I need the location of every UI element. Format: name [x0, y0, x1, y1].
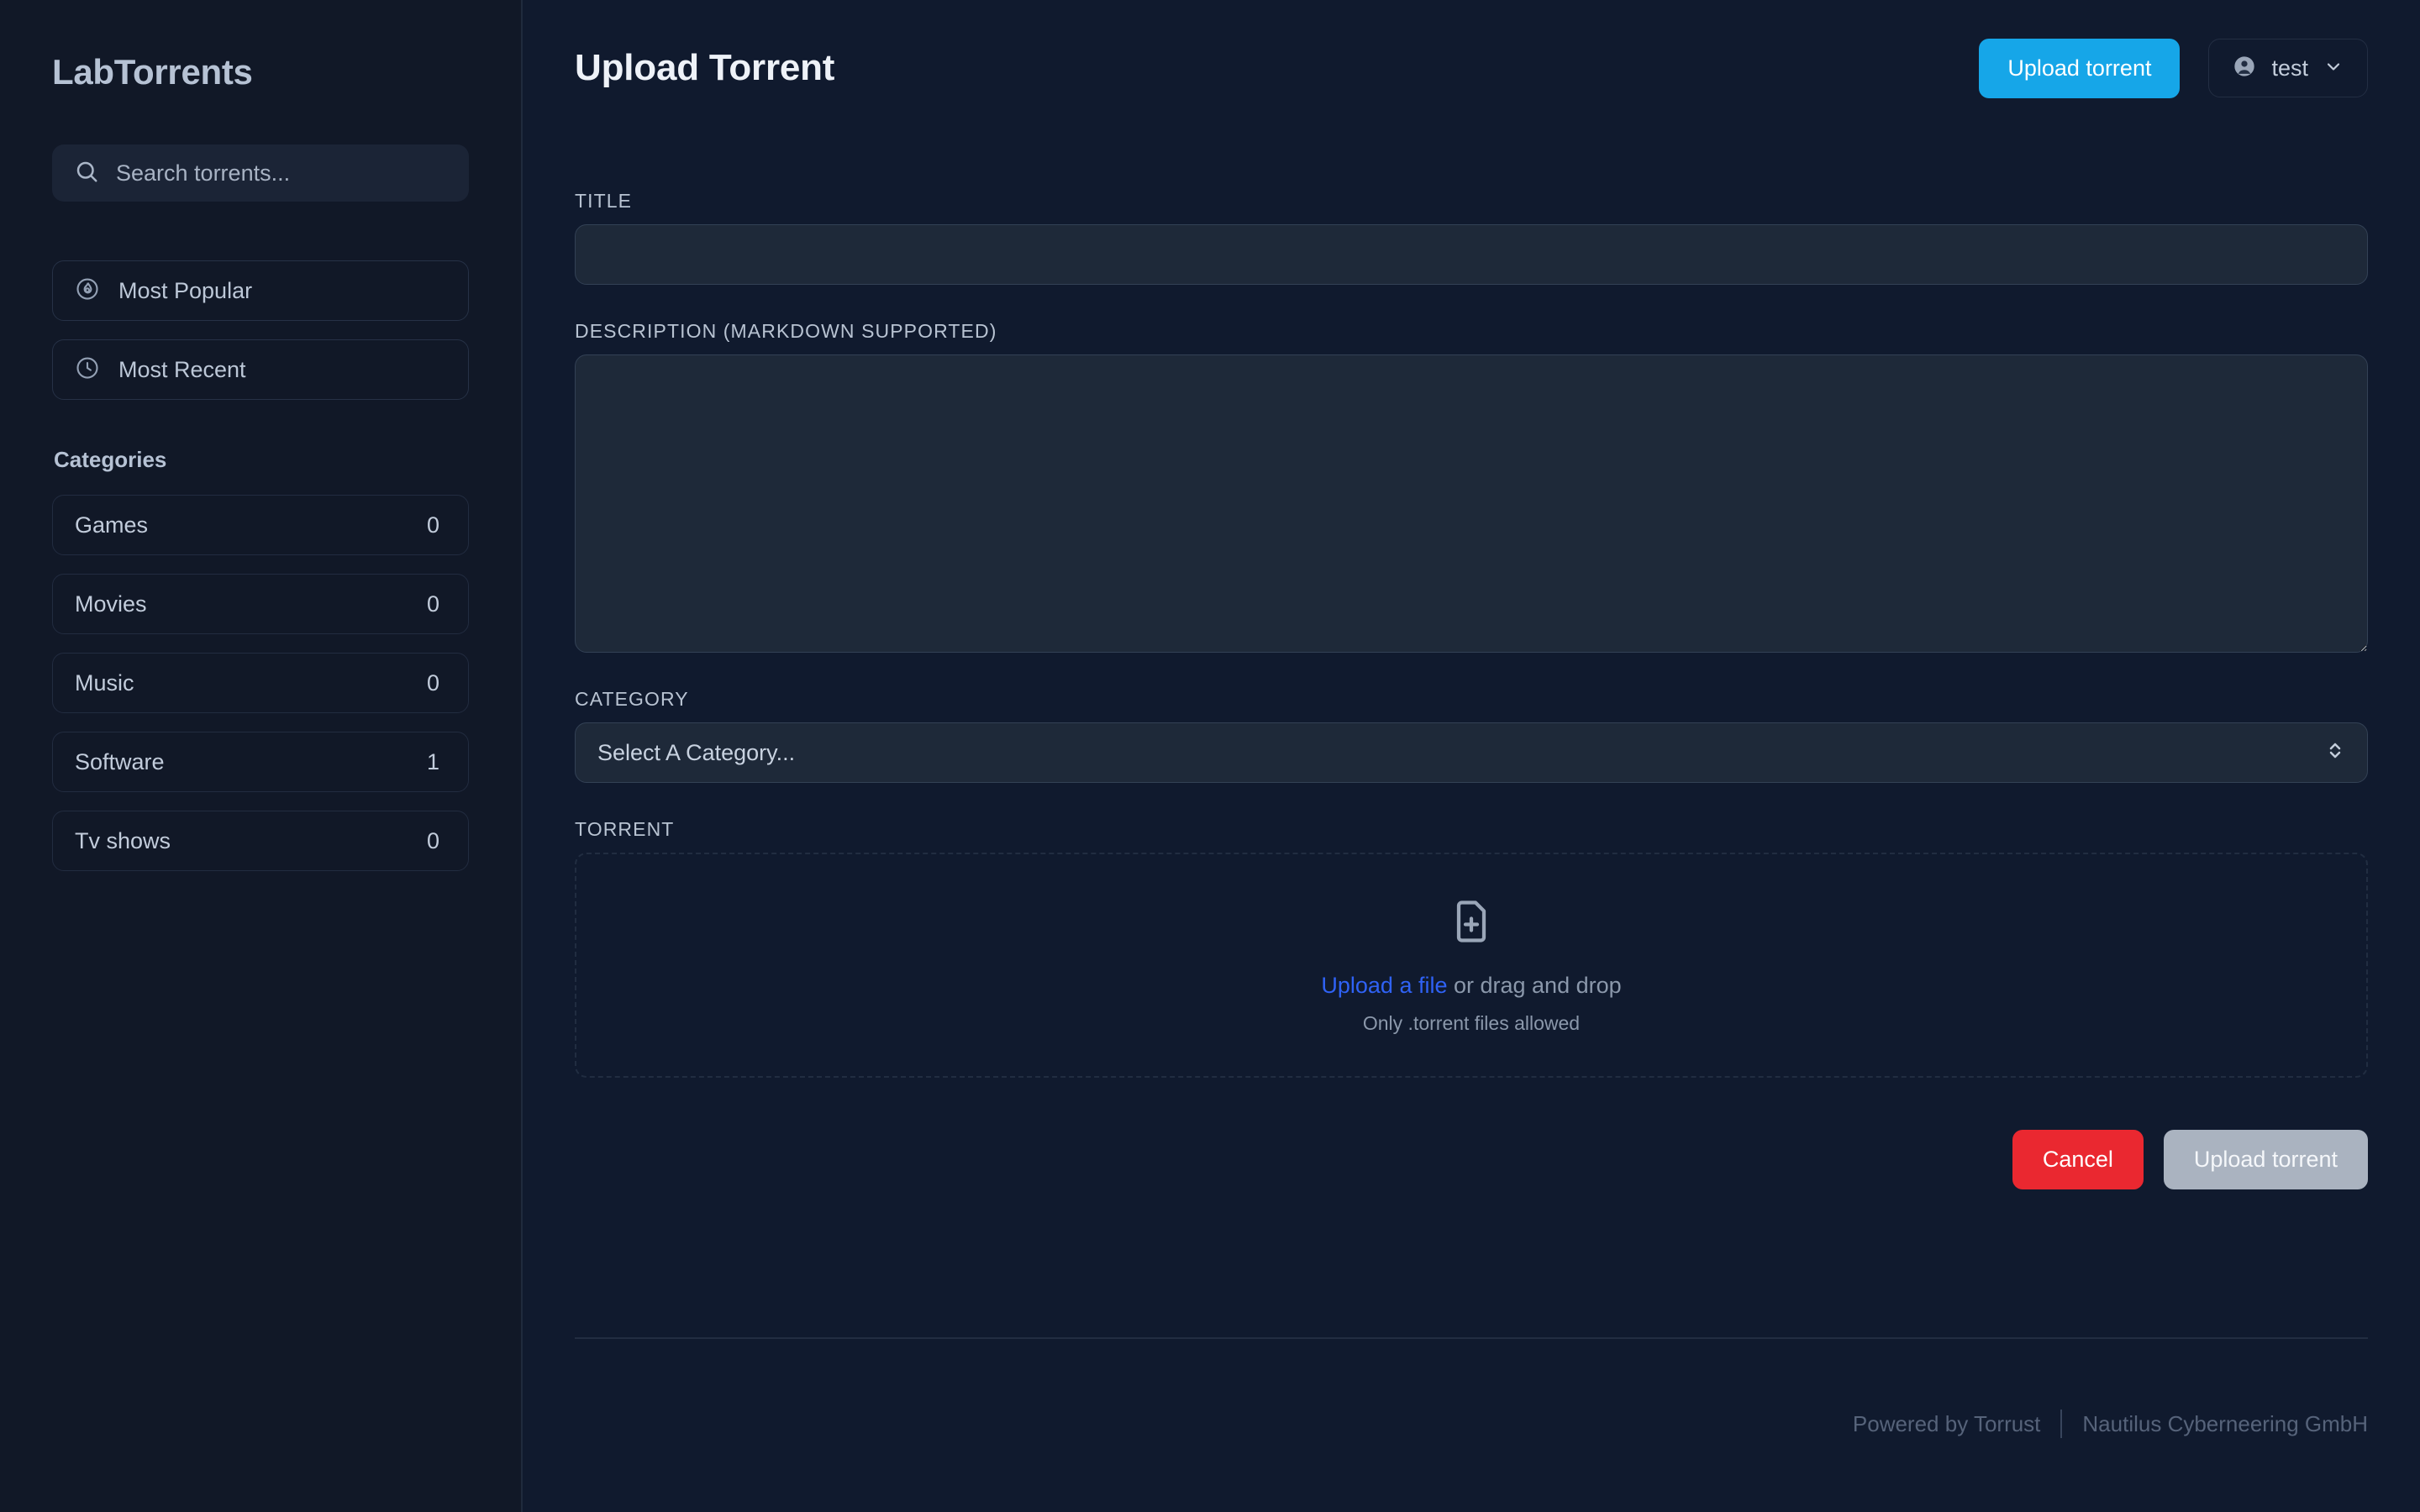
category-label: Games [75, 512, 148, 538]
category-label: Software [75, 749, 165, 775]
title-input[interactable] [575, 224, 2368, 285]
upload-torrent-button[interactable]: Upload torrent [1979, 39, 2180, 98]
upload-a-file-link[interactable]: Upload a file [1321, 973, 1447, 998]
cancel-button[interactable]: Cancel [2012, 1130, 2144, 1189]
torrent-dropzone[interactable]: Upload a file or drag and drop Only .tor… [575, 853, 2368, 1078]
category-count: 0 [427, 828, 439, 854]
dropzone-rest-text: or drag and drop [1447, 973, 1621, 998]
sidebar-item-label: Most Popular [118, 278, 252, 304]
sidebar-category-movies[interactable]: Movies 0 [52, 574, 469, 634]
category-label: CATEGORY [575, 688, 2368, 711]
torrent-label: TORRENT [575, 818, 2368, 841]
categories-heading: Categories [54, 447, 469, 473]
flame-icon [75, 276, 100, 306]
footer-separator [2060, 1410, 2062, 1438]
search-icon [74, 159, 99, 188]
clock-icon [75, 355, 100, 385]
sidebar-category-music[interactable]: Music 0 [52, 653, 469, 713]
category-count: 0 [427, 512, 439, 538]
sidebar: LabTorrents Search torrents... Most Popu… [0, 0, 523, 1512]
description-textarea[interactable] [575, 354, 2368, 653]
category-label: Movies [75, 591, 147, 617]
document-plus-icon [1446, 896, 1497, 951]
company-label: Nautilus Cyberneering GmbH [2082, 1411, 2368, 1437]
form-actions: Cancel Upload torrent [575, 1130, 2368, 1189]
main-content: Upload Torrent Upload torrent test [523, 0, 2420, 1512]
category-label: Tv shows [75, 828, 171, 854]
page-title: Upload Torrent [575, 47, 834, 89]
sidebar-category-tv-shows[interactable]: Tv shows 0 [52, 811, 469, 871]
sidebar-item-most-popular[interactable]: Most Popular [52, 260, 469, 321]
dropzone-hint: Only .torrent files allowed [1363, 1012, 1580, 1035]
category-selected-value: Select A Category... [597, 740, 795, 766]
sidebar-category-games[interactable]: Games 0 [52, 495, 469, 555]
category-count: 1 [427, 749, 439, 775]
sidebar-category-software[interactable]: Software 1 [52, 732, 469, 792]
category-label: Music [75, 670, 134, 696]
search-input[interactable]: Search torrents... [52, 144, 469, 202]
title-label: TITLE [575, 190, 2368, 213]
description-label: DESCRIPTION (MARKDOWN SUPPORTED) [575, 320, 2368, 343]
user-menu[interactable]: test [2208, 39, 2368, 97]
category-count: 0 [427, 670, 439, 696]
dropzone-primary-text: Upload a file or drag and drop [1321, 973, 1621, 999]
category-select[interactable]: Select A Category... [575, 722, 2368, 783]
footer-text: Powered by Torrust Nautilus Cyberneering… [575, 1410, 2368, 1438]
powered-by-label: Powered by Torrust [1853, 1411, 2041, 1437]
sidebar-item-most-recent[interactable]: Most Recent [52, 339, 469, 400]
footer: Powered by Torrust Nautilus Cyberneering… [575, 1337, 2368, 1438]
category-count: 0 [427, 591, 439, 617]
topbar-actions: Upload torrent test [1979, 39, 2368, 98]
user-circle-icon [2233, 55, 2256, 82]
topbar: Upload Torrent Upload torrent test [575, 0, 2368, 124]
app-brand-title: LabTorrents [52, 52, 469, 92]
footer-divider [575, 1337, 2368, 1339]
user-name: test [2271, 55, 2308, 81]
category-select-wrapper: Select A Category... [575, 722, 2368, 783]
submit-upload-button[interactable]: Upload torrent [2164, 1130, 2368, 1189]
sidebar-item-label: Most Recent [118, 357, 246, 383]
upload-torrent-form: TITLE DESCRIPTION (MARKDOWN SUPPORTED) C… [575, 124, 2368, 1189]
chevron-down-icon [2323, 56, 2344, 81]
search-placeholder: Search torrents... [116, 160, 290, 186]
